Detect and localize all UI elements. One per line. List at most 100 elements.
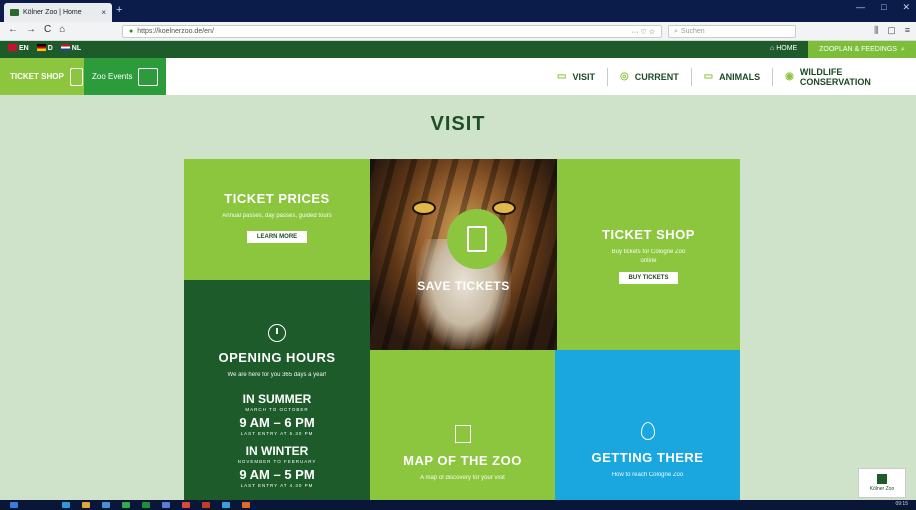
taskbar: 09:15 xyxy=(0,500,916,510)
url-bar[interactable]: ● https://koelnerzoo.de/en/ ··· ♡ ☆ xyxy=(122,25,662,38)
taskbar-clock: 09:15 xyxy=(895,501,908,507)
forward-icon[interactable]: → xyxy=(26,24,36,35)
back-icon[interactable]: ← xyxy=(8,24,18,35)
zoo-logo-icon xyxy=(877,474,887,484)
search-input[interactable]: ⌕ Suchen xyxy=(668,25,796,38)
sidebar-icon[interactable]: ▢ xyxy=(887,25,896,36)
search-icon[interactable]: ⌕ xyxy=(901,46,905,54)
lock-icon: ● xyxy=(129,28,134,35)
zoo-badge[interactable]: Kölner Zoo xyxy=(858,468,906,498)
menu-icon[interactable]: ≡ xyxy=(905,25,910,36)
nav-visit[interactable]: ▭ VISIT xyxy=(545,67,608,86)
summer-range: MARCH TO OCTOBER xyxy=(245,407,309,412)
url-tools[interactable]: ··· ♡ ☆ xyxy=(632,28,655,36)
new-tab-button[interactable]: + xyxy=(116,3,122,17)
opening-hours-tile: OPENING HOURS We are here for you 365 da… xyxy=(184,280,370,500)
favicon-icon xyxy=(10,9,19,16)
winter-time: 9 AM – 5 PM xyxy=(239,467,315,482)
taskbar-app-icon[interactable] xyxy=(62,502,70,508)
home-icon[interactable]: ⌂ xyxy=(59,24,65,35)
taskbar-app-icon[interactable] xyxy=(222,502,230,508)
opening-hours-desc: We are here for you 365 days a year! xyxy=(227,372,327,378)
main-nav: TICKET SHOP Zoo Events ▭ VISIT ◎ CURRENT ▭… xyxy=(0,58,916,95)
search-icon: ⌕ xyxy=(674,27,678,35)
tiger-eye-right xyxy=(492,201,516,215)
lang-de[interactable]: D xyxy=(36,44,53,52)
opening-hours-title: OPENING HOURS xyxy=(218,350,336,365)
url-text: https://koelnerzoo.de/en/ xyxy=(137,28,214,35)
browser-tab-bar: Kölner Zoo | Home × + — □ ✕ xyxy=(0,0,916,22)
getting-there-title: GETTING THERE xyxy=(591,450,704,465)
ticket-prices-desc: Annual passes, day passes, guided tours xyxy=(222,213,332,219)
winter-label: IN WINTER xyxy=(245,444,309,458)
start-icon[interactable] xyxy=(10,502,18,508)
nav-current[interactable]: ◎ CURRENT xyxy=(608,67,692,86)
map-title: MAP OF THE ZOO xyxy=(403,453,522,468)
minimize-icon[interactable]: — xyxy=(856,2,865,13)
browser-nav-bar: ← → C ⌂ ● https://koelnerzoo.de/en/ ··· … xyxy=(0,22,916,41)
map-desc: A map of discovery for your visit xyxy=(420,475,505,481)
ticket-prices-title: TICKET PRICES xyxy=(224,191,330,206)
lang-nl[interactable]: NL xyxy=(60,44,81,52)
zooplan-feedings-button[interactable]: ZOOPLAN & FEEDINGS ⌕ xyxy=(808,41,916,58)
animal-icon: ▭ xyxy=(703,71,714,82)
library-icon[interactable]: ⫼ xyxy=(874,25,878,36)
maximize-icon[interactable]: □ xyxy=(881,2,886,13)
site-top-bar: EN D NL ⌂ HOME ZOOPLAN & FEEDINGS ⌕ xyxy=(0,41,916,58)
taskbar-app-icon[interactable] xyxy=(202,502,210,508)
ticket-shop-tile[interactable]: TICKET SHOP Buy tickets for Cologne Zoo … xyxy=(557,159,740,350)
de-flag-icon xyxy=(36,44,46,51)
summer-note: LAST ENTRY AT 5.30 PM xyxy=(240,431,314,436)
target-icon: ◎ xyxy=(619,71,629,82)
save-tickets-label: SAVE TICKETS xyxy=(417,279,510,293)
reload-icon[interactable]: C xyxy=(44,24,51,35)
language-switcher: EN D NL xyxy=(8,44,81,52)
tab-close-icon[interactable]: × xyxy=(101,8,106,17)
tiger-eye-left xyxy=(412,201,436,215)
page-title: VISIT xyxy=(430,113,486,135)
close-window-icon[interactable]: ✕ xyxy=(902,2,910,13)
tab-title: Kölner Zoo | Home xyxy=(23,9,82,16)
taskbar-app-icon[interactable] xyxy=(82,502,90,508)
phone-ticket-icon xyxy=(69,67,83,86)
lang-en[interactable]: EN xyxy=(8,44,29,52)
uk-flag-icon xyxy=(8,44,17,51)
summer-label: IN SUMMER xyxy=(242,392,312,406)
search-placeholder: Suchen xyxy=(680,28,705,35)
winter-range: NOVEMBER TO FEBRUARY xyxy=(237,459,317,464)
map-icon xyxy=(454,425,471,443)
taskbar-app-icon[interactable] xyxy=(122,502,130,508)
window-controls: — □ ✕ xyxy=(856,2,910,13)
summer-time: 9 AM – 6 PM xyxy=(239,415,315,430)
save-tickets-tile[interactable]: SAVE TICKETS xyxy=(370,159,557,350)
ticket-circle-icon xyxy=(447,209,507,269)
ticket-shop-title: TICKET SHOP xyxy=(602,227,695,242)
browser-tab[interactable]: Kölner Zoo | Home × xyxy=(4,3,112,22)
main-menu: ▭ VISIT ◎ CURRENT ▭ ANIMALS ◉ WILDLIFE CONSE… xyxy=(545,58,916,95)
getting-there-tile[interactable]: GETTING THERE How to reach Cologne Zoo xyxy=(555,350,740,500)
ticket-shop-desc: Buy tickets for Cologne Zoo online xyxy=(611,249,686,264)
taskbar-app-icon[interactable] xyxy=(182,502,190,508)
home-link[interactable]: ⌂ HOME xyxy=(770,45,797,52)
browser-right-controls: ⫼ ▢ ≡ xyxy=(874,25,910,36)
taskbar-app-icon[interactable] xyxy=(162,502,170,508)
winter-note: LAST ENTRY AT 4.30 PM xyxy=(240,483,314,488)
location-pin-icon xyxy=(640,422,655,440)
taskbar-app-icon[interactable] xyxy=(102,502,110,508)
nav-wildlife-conservation[interactable]: ◉ WILDLIFE CONSERVATION xyxy=(773,67,916,87)
ticket-shop-button[interactable]: TICKET SHOP xyxy=(0,58,84,95)
map-tile[interactable]: MAP OF THE ZOO A map of discovery for yo… xyxy=(370,350,555,500)
nav-animals[interactable]: ▭ ANIMALS xyxy=(692,67,774,86)
buy-tickets-button[interactable]: BUY TICKETS xyxy=(618,272,679,284)
nav-buttons: ← → C ⌂ xyxy=(8,24,65,35)
zoo-events-button[interactable]: Zoo Events xyxy=(84,58,166,95)
learn-more-button[interactable]: LEARN MORE xyxy=(246,231,308,243)
getting-there-desc: How to reach Cologne Zoo xyxy=(611,472,684,478)
taskbar-app-icon[interactable] xyxy=(142,502,150,508)
leaf-icon: ◉ xyxy=(785,71,794,82)
clock-icon xyxy=(268,324,286,342)
taskbar-app-icon[interactable] xyxy=(242,502,250,508)
ticket-prices-tile[interactable]: TICKET PRICES Annual passes, day passes,… xyxy=(184,159,370,280)
ticket-icon: ▭ xyxy=(557,71,567,82)
calendar-icon xyxy=(138,67,159,86)
